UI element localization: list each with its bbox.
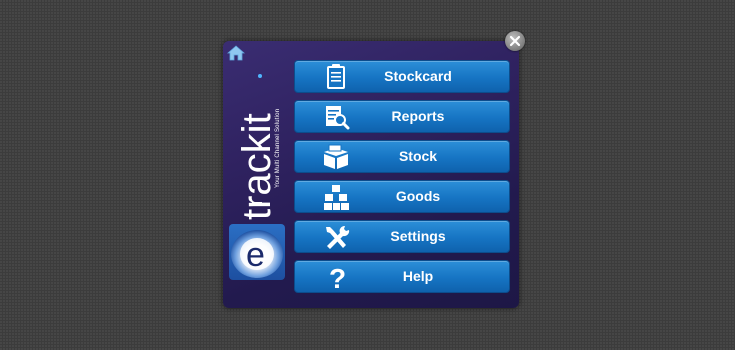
- reports-label: Reports: [391, 108, 445, 124]
- svg-text:?: ?: [329, 263, 346, 291]
- stock-button[interactable]: Stock: [294, 140, 510, 173]
- settings-label: Settings: [390, 228, 446, 244]
- stockcard-label: Stockcard: [384, 68, 452, 84]
- brand-tagline: Your Multi Channel Solution: [275, 48, 289, 188]
- report-search-icon: [326, 106, 350, 130]
- stock-label: Stock: [398, 148, 438, 164]
- stockcard-button[interactable]: Stockcard: [294, 60, 510, 93]
- clipboard-icon: [327, 64, 345, 89]
- help-label: Help: [402, 268, 434, 284]
- goods-button[interactable]: Goods: [294, 180, 510, 213]
- close-button[interactable]: [505, 31, 525, 51]
- goods-boxes-icon: [324, 185, 349, 210]
- help-button[interactable]: ? Help: [294, 260, 510, 293]
- stock-box-icon: [324, 144, 348, 169]
- reports-button[interactable]: Reports: [294, 100, 510, 133]
- close-icon: [509, 35, 521, 47]
- settings-button[interactable]: Settings: [294, 220, 510, 253]
- tools-icon: [326, 225, 350, 249]
- tagline-text: Your Multi Channel Solution: [275, 108, 281, 188]
- brand-logo: e: [229, 224, 285, 280]
- logo-letter: e: [246, 236, 265, 274]
- home-icon[interactable]: [226, 45, 246, 61]
- goods-label: Goods: [395, 188, 441, 204]
- question-icon: ?: [329, 263, 346, 291]
